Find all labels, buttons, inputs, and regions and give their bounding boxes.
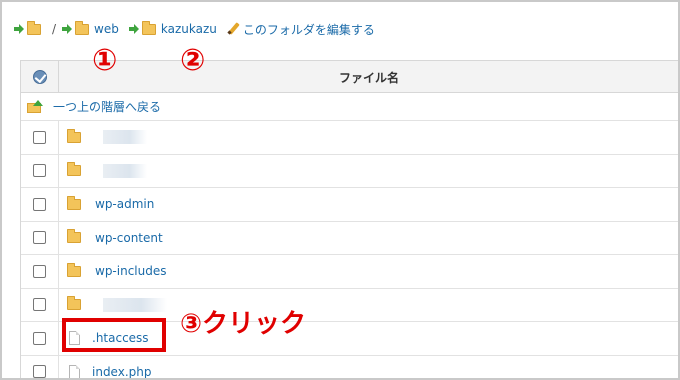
select-all-cell[interactable] (21, 61, 59, 93)
redacted-folder-name[interactable] (103, 163, 147, 178)
table-row (21, 288, 678, 322)
row-checkbox[interactable] (33, 231, 46, 245)
row-name[interactable]: wp-content (95, 231, 163, 245)
parent-directory-label[interactable]: 一つ上の階層へ戻る (53, 98, 161, 115)
folder-icon (67, 162, 81, 177)
folder-up-icon (27, 99, 43, 113)
row-checkbox[interactable] (33, 197, 46, 211)
row-checkbox[interactable] (33, 130, 46, 144)
file-icon (69, 364, 80, 378)
arrow-right-icon (62, 24, 73, 34)
breadcrumb-item-web[interactable]: web (94, 22, 119, 36)
row-checkbox[interactable] (33, 298, 46, 312)
table-row (21, 121, 678, 155)
table-header: ファイル名 (21, 61, 678, 93)
table-row: wp-admin (21, 188, 678, 222)
highlight-box (62, 318, 166, 352)
folder-icon (67, 229, 81, 244)
parent-directory-link[interactable]: 一つ上の階層へ戻る (21, 93, 678, 121)
column-header-filename[interactable]: ファイル名 (59, 61, 678, 93)
folder-icon (67, 262, 81, 277)
arrow-right-icon (128, 24, 139, 34)
folder-icon (75, 20, 90, 35)
table-row: index.php (21, 355, 678, 378)
redacted-folder-name[interactable] (103, 130, 147, 145)
check-all-icon[interactable] (32, 70, 47, 84)
pencil-icon (227, 23, 239, 35)
folder-icon[interactable] (27, 20, 41, 35)
folder-icon (67, 296, 81, 311)
annotation-step-2: ② (180, 43, 206, 78)
folder-icon (67, 128, 81, 143)
breadcrumb: / web kazukazu このフォルダを編集する (14, 18, 385, 40)
breadcrumb-separator: / (52, 22, 57, 36)
breadcrumb-item-kazukazu[interactable]: kazukazu (161, 22, 217, 36)
redacted-folder-name[interactable] (103, 297, 167, 312)
row-name[interactable]: index.php (92, 365, 151, 378)
file-manager-window: / web kazukazu このフォルダを編集する ファイル名 一つ上の階層へ… (0, 0, 680, 380)
table-row: wp-includes (21, 255, 678, 289)
row-name[interactable]: wp-includes (95, 264, 167, 278)
arrow-right-icon (14, 24, 24, 34)
folder-icon (67, 195, 81, 210)
row-checkbox[interactable] (33, 264, 46, 278)
row-checkbox[interactable] (33, 365, 46, 378)
annotation-step-1: ① (92, 43, 118, 78)
row-checkbox[interactable] (33, 164, 46, 178)
edit-folder-link[interactable]: このフォルダを編集する (243, 21, 375, 38)
table-row (21, 154, 678, 188)
table-row: wp-content (21, 221, 678, 255)
folder-icon (141, 20, 156, 35)
annotation-step-3: ③クリック (180, 309, 307, 339)
row-name[interactable]: wp-admin (95, 197, 154, 211)
row-checkbox[interactable] (33, 331, 46, 345)
